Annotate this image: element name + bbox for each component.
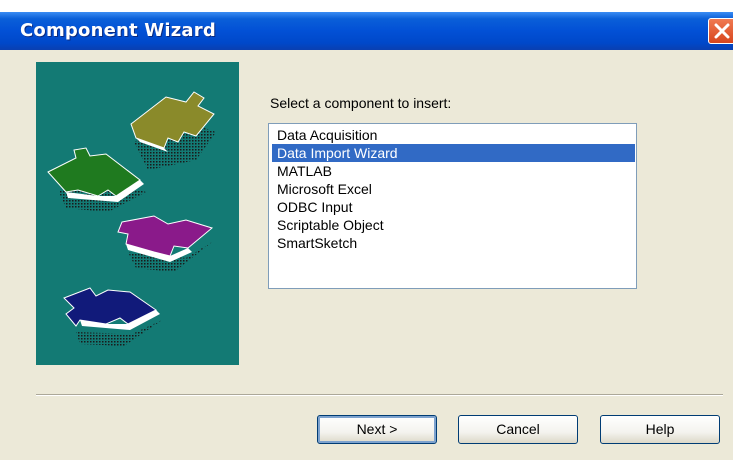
puzzle-piece-icon	[63, 287, 162, 346]
component-listbox[interactable]: Data Acquisition Data Import Wizard MATL…	[268, 123, 637, 289]
list-item[interactable]: ODBC Input	[272, 198, 635, 216]
list-item[interactable]: SmartSketch	[272, 234, 635, 252]
component-prompt-label: Select a component to insert:	[270, 95, 452, 111]
next-button[interactable]: Next >	[317, 415, 437, 444]
list-item[interactable]: Scriptable Object	[272, 216, 635, 234]
close-icon	[714, 23, 730, 39]
list-item[interactable]: MATLAB	[272, 162, 635, 180]
help-button[interactable]: Help	[600, 415, 720, 444]
component-wizard-dialog: Component Wizard Select a component to i…	[0, 0, 733, 460]
list-item[interactable]: Data Acquisition	[272, 126, 635, 144]
list-item[interactable]: Microsoft Excel	[272, 180, 635, 198]
close-button[interactable]	[708, 18, 733, 44]
puzzle-piece-icon	[47, 147, 146, 212]
cancel-button[interactable]: Cancel	[458, 415, 578, 444]
puzzle-piece-icon	[117, 215, 214, 272]
window-title: Component Wizard	[20, 20, 216, 41]
screen-edge	[0, 0, 733, 12]
puzzle-piece-icon	[130, 91, 216, 170]
wizard-illustration	[36, 62, 239, 365]
separator-highlight	[36, 395, 723, 396]
list-item-selected[interactable]: Data Import Wizard	[272, 144, 635, 162]
